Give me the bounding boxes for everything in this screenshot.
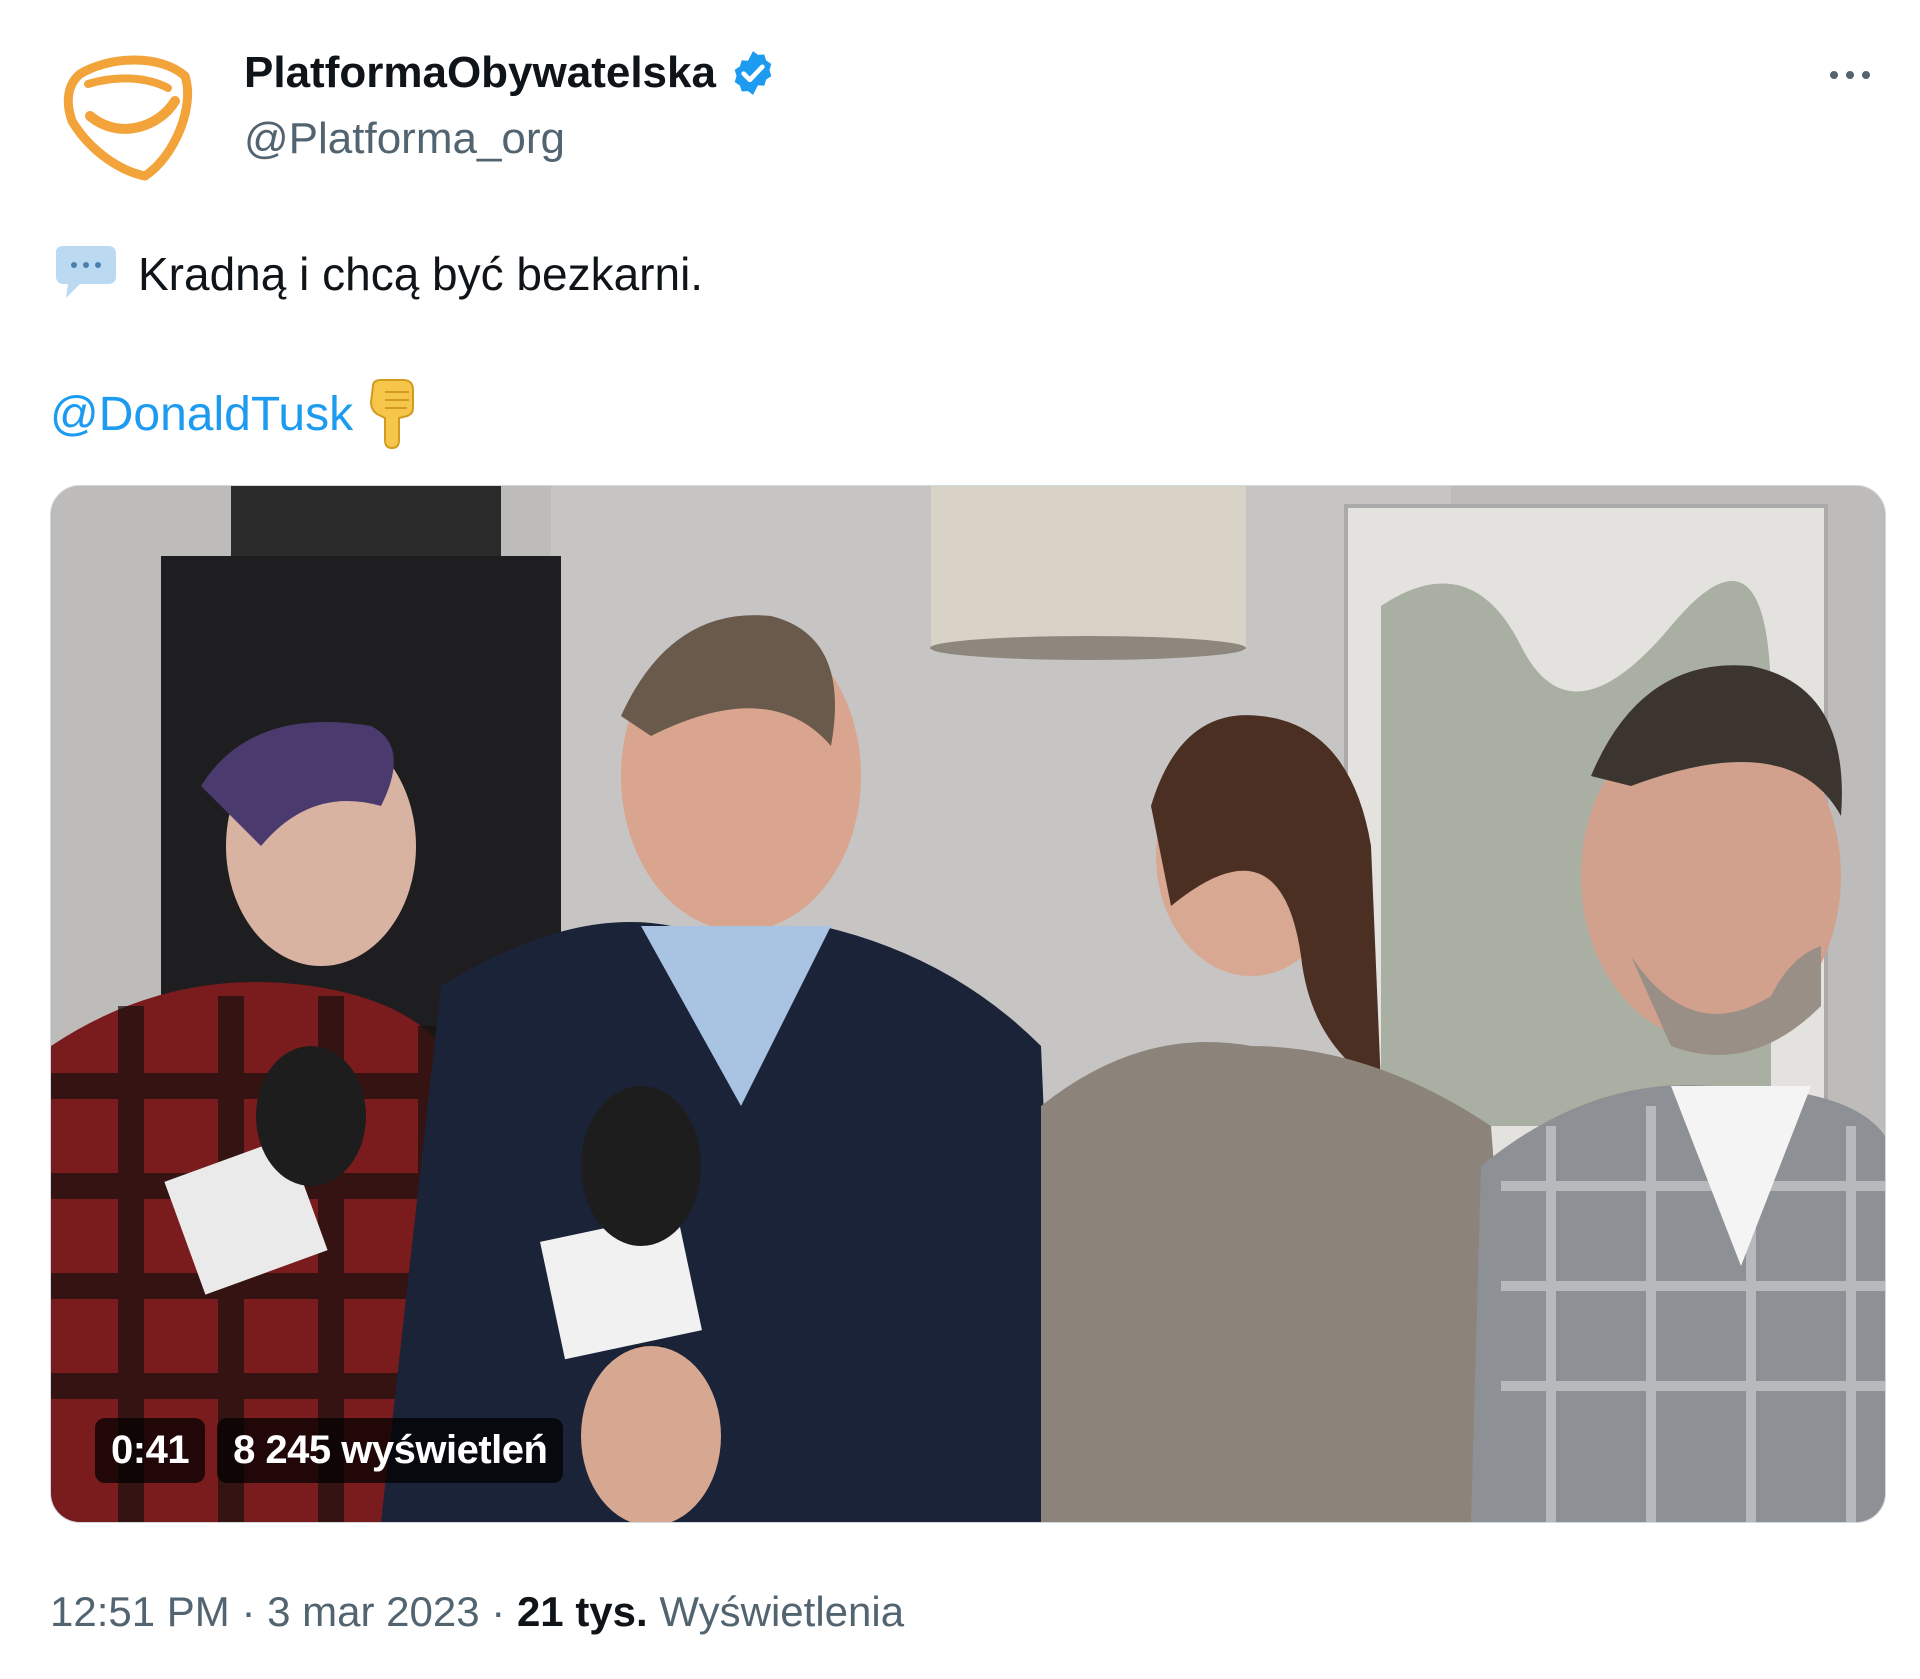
views-label: Wyświetlenia [659,1588,905,1635]
dot [1830,71,1838,79]
mention-link[interactable]: @DonaldTusk [50,387,353,442]
video-player[interactable]: 0:41 8 245 wyświetleń [50,485,1886,1523]
author-handle[interactable]: @Platforma_org [244,114,565,164]
display-name-text: PlatformaObywatelska [244,48,716,97]
video-duration: 0:41 [95,1418,206,1483]
meta-separator: · [491,1588,506,1635]
tweet-date[interactable]: 3 mar 2023 [267,1588,479,1635]
views-count[interactable]: 21 tys. [517,1588,648,1635]
backhand-index-pointing-down-icon [370,379,415,450]
dot [1846,71,1854,79]
meta-separator: · [241,1588,256,1635]
tweet-text: Kradną i chcą być bezkarni. [50,244,703,304]
platforma-logo-icon [63,55,193,181]
speech-balloon-icon [56,246,116,298]
video-overlay: 0:41 8 245 wyświetleń [95,1418,564,1483]
more-options-icon[interactable] [1822,60,1878,90]
avatar[interactable] [50,46,200,186]
tweet-time[interactable]: 12:51 PM [50,1588,230,1635]
dot [1862,71,1870,79]
verified-badge-icon [734,51,772,95]
video-thumbnail [51,486,1885,1522]
tweet-meta: 12:51 PM · 3 mar 2023 · 21 tys. Wyświetl… [50,1588,904,1636]
tweet-body: Kradną i chcą być bezkarni. [138,248,704,300]
video-views: 8 245 wyświetleń [217,1418,564,1483]
author-name[interactable]: PlatformaObywatelska [244,48,778,98]
mention-line: @DonaldTusk [50,378,423,450]
